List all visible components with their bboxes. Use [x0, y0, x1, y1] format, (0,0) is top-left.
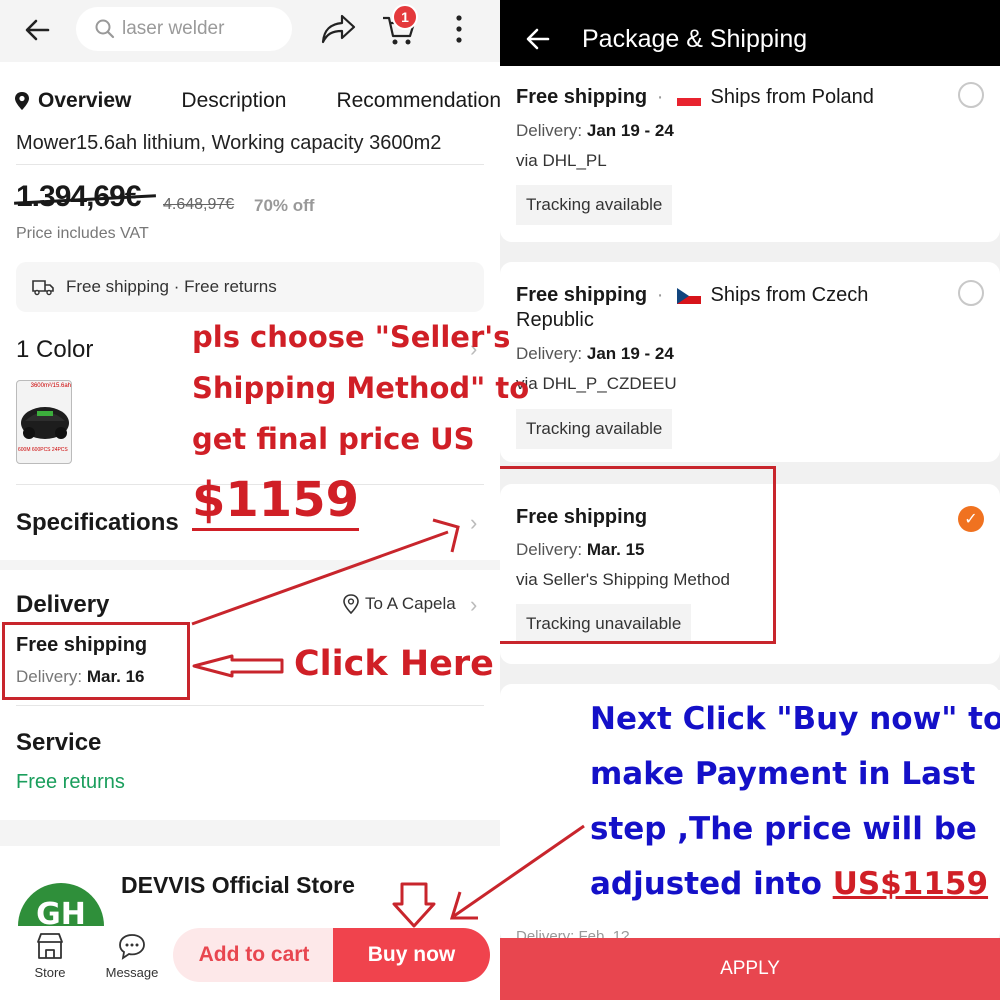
instruction-line: step ,The price will be: [590, 811, 977, 847]
location-pin-icon: [343, 594, 359, 614]
option-carrier: via DHL_P_CZDEEU: [516, 374, 677, 393]
section-separator: [0, 560, 500, 570]
highlight-box: [500, 466, 776, 644]
bottom-bar: GH DEVVIS Official Store Store Message A…: [0, 846, 500, 1000]
selected-radio-check-icon[interactable]: ✓: [958, 506, 984, 532]
option-delivery: Delivery: Jan 19 - 24: [516, 344, 674, 364]
back-arrow-icon[interactable]: [22, 14, 54, 46]
shipping-option-czech[interactable]: Free shipping · Ships from Czech Republi…: [500, 262, 1000, 462]
instruction-line: adjusted into US$1159: [590, 857, 1000, 912]
svg-text:GH: GH: [36, 897, 86, 926]
color-thumbnail[interactable]: 3600m²/15.6ah 600M 600PCS 24PCS: [16, 380, 72, 464]
store-name[interactable]: DEVVIS Official Store: [121, 872, 355, 899]
discount-badge: 70% off: [254, 196, 315, 215]
tab-overview[interactable]: Overview: [14, 89, 131, 113]
highlight-box: [2, 622, 190, 700]
delivery-location[interactable]: To A Capela: [343, 594, 456, 614]
original-price: 4.648,97€: [163, 196, 235, 213]
thumb-caption: 3600m²/15.6ah: [30, 383, 71, 389]
search-input[interactable]: laser welder: [76, 7, 292, 51]
shipping-strip[interactable]: Free shipping · Free returns: [16, 262, 484, 312]
czech-flag-icon: [676, 287, 701, 304]
tracking-badge: Tracking available: [516, 409, 673, 449]
nav-store-label: Store: [34, 965, 66, 980]
section-separator: [0, 820, 500, 846]
tab-recommendations[interactable]: Recommendations: [336, 89, 500, 113]
shipping-strip-label: Free shipping · Free returns: [66, 277, 277, 296]
instruction-adjusted: adjusted into: [590, 866, 833, 902]
store-icon: [37, 933, 63, 959]
tab-description[interactable]: Description: [181, 89, 286, 113]
option-carrier: via DHL_PL: [516, 151, 607, 170]
poland-flag-icon: [676, 89, 701, 106]
nav-message-label: Message: [105, 965, 159, 980]
option-radio[interactable]: [958, 82, 984, 108]
cart-badge: 1: [392, 4, 418, 30]
buy-now-button[interactable]: Buy now: [333, 928, 490, 982]
service-value: Free returns: [16, 771, 125, 793]
search-icon: [95, 19, 115, 39]
click-here-text: Click Here: [294, 644, 494, 684]
delivery-chevron-icon[interactable]: ›: [470, 592, 477, 618]
option-delivery: Delivery: Jan 19 - 24: [516, 121, 674, 141]
back-arrow-icon[interactable]: [524, 25, 552, 53]
top-bar: laser welder 1: [0, 0, 500, 62]
tab-overview-label: Overview: [38, 89, 132, 112]
option-title: Free shipping · Ships from Czech: [516, 284, 868, 307]
ships-from: Ships from Poland: [710, 86, 874, 108]
more-menu-icon[interactable]: [450, 12, 468, 46]
delivery-title: Delivery: [16, 591, 110, 618]
truck-icon: [32, 280, 54, 296]
ships-from: Ships from Czech: [710, 284, 869, 306]
instruction-price: $1159: [192, 472, 359, 531]
option-title: Free shipping · Ships from Poland: [516, 86, 874, 109]
color-title: 1 Color: [16, 336, 94, 363]
delivery-date-label: Delivery:: [516, 121, 583, 140]
section-tabs: Overview Description Recommendations: [0, 70, 500, 132]
dot-separator: ·: [656, 284, 664, 306]
option-title-label: Free shipping: [516, 86, 648, 108]
thumb-footer: 600M 600PCS 24PCS: [18, 447, 68, 453]
delivery-location-label: To A Capela: [365, 594, 456, 613]
apply-button[interactable]: APPLY: [500, 938, 1000, 1000]
instruction-line: pls choose "Seller's: [192, 320, 511, 354]
delivery-date-value: Jan 19 - 24: [586, 121, 674, 140]
location-pin-icon: [15, 92, 29, 110]
instruction-line: Shipping Method" to: [192, 371, 530, 405]
shipping-option-poland[interactable]: Free shipping · Ships from Poland Delive…: [500, 66, 1000, 242]
instruction-adjusted-price: US$1159: [832, 866, 989, 902]
message-icon: [119, 934, 145, 960]
tracking-badge: Tracking available: [516, 185, 673, 225]
store-logo-icon[interactable]: GH: [18, 870, 104, 926]
delivery-date-value: Jan 19 - 24: [586, 344, 674, 363]
add-to-cart-button[interactable]: Add to cart: [173, 928, 335, 982]
instruction-text-choose: pls choose "Seller's Shipping Method" to…: [192, 312, 529, 465]
service-title: Service: [16, 729, 102, 756]
share-icon[interactable]: [320, 12, 358, 46]
instruction-line: get final price US: [192, 422, 475, 456]
product-title: Mower15.6ah lithium, Working capacity 36…: [16, 132, 442, 154]
search-placeholder: laser welder: [122, 18, 225, 39]
nav-store[interactable]: Store: [30, 932, 70, 980]
option-title-label: Free shipping: [516, 284, 648, 306]
divider: [16, 705, 484, 706]
nav-message[interactable]: Message: [104, 932, 160, 980]
option-radio[interactable]: [958, 280, 984, 306]
instruction-text-next: Next Click "Buy now" to make Payment in …: [590, 692, 1000, 912]
dot-separator: ·: [656, 86, 664, 108]
instruction-line: Next Click "Buy now" to: [590, 701, 1000, 737]
instruction-line: make Payment in Last: [590, 756, 976, 792]
panel-title: Package & Shipping: [582, 24, 808, 53]
divider: [16, 164, 484, 165]
specifications-title[interactable]: Specifications: [16, 509, 179, 537]
specifications-chevron-icon[interactable]: ›: [470, 510, 477, 536]
vat-note: Price includes VAT: [16, 225, 149, 242]
